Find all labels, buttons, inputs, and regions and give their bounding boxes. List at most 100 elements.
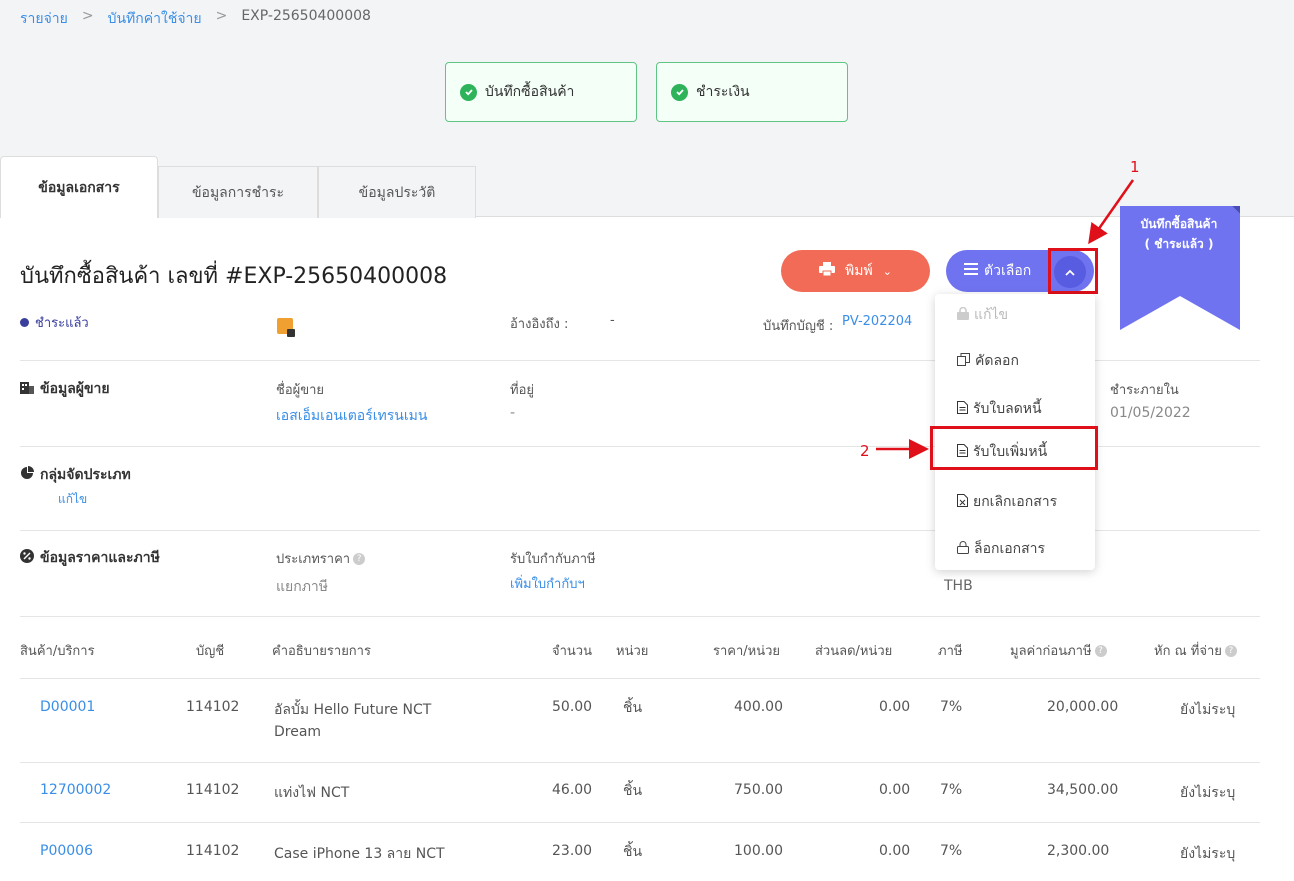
percent-icon — [20, 549, 34, 567]
breadcrumb-expense-records[interactable]: บันทึกค่าใช้จ่าย — [108, 8, 202, 30]
breadcrumb-expenses[interactable]: รายจ่าย — [20, 8, 68, 30]
journal-link[interactable]: PV-202204 — [842, 314, 912, 329]
reference-value: - — [610, 313, 615, 328]
row2-tax: 7% — [940, 782, 963, 798]
help-icon[interactable]: ? — [1094, 644, 1107, 657]
row1-description: อัลบั้ม Hello Future NCT Dream — [274, 702, 432, 740]
menu-item-label: คัดลอก — [975, 353, 1019, 369]
annotation-number-2: 2 — [860, 442, 870, 460]
row1-product-link[interactable]: D00001 — [40, 699, 95, 715]
row1-account: 114102 — [186, 699, 240, 715]
vendor-name-label: ชื่อผู้ขาย — [276, 383, 325, 398]
price-type-label: ประเภทราคา — [276, 552, 351, 567]
menu-item-cancel-document[interactable]: ยกเลิกเอกสาร — [957, 491, 1057, 513]
tab-history-info[interactable]: ข้อมูลประวัติ — [318, 166, 476, 218]
row2-unit: ชิ้น — [623, 783, 643, 799]
help-icon[interactable]: ? — [1224, 644, 1237, 657]
divider — [20, 678, 1260, 679]
divider — [20, 616, 1260, 617]
menu-item-label: รับใบลดหนี้ — [973, 401, 1042, 417]
menu-item-debit-note[interactable]: รับใบลดหนี้ — [957, 398, 1042, 420]
column-header-wht-group: หัก ณ ที่จ่าย? — [1154, 640, 1237, 661]
price-type-label-group: ประเภทราคา? — [276, 548, 366, 569]
pricing-section-heading: ข้อมูลราคาและภาษี — [20, 547, 160, 569]
row3-tax: 7% — [940, 843, 963, 859]
row2-discount: 0.00 — [879, 782, 911, 798]
tab-payment-info[interactable]: ข้อมูลการชำระ — [158, 166, 318, 218]
row3-product-link[interactable]: P00006 — [40, 843, 93, 859]
status-text: ชำระแล้ว — [35, 316, 89, 331]
category-edit-link[interactable]: แก้ไข — [58, 490, 87, 509]
row2-quantity: 46.00 — [552, 782, 593, 798]
breadcrumb-separator: > — [81, 8, 94, 24]
menu-item-copy[interactable]: คัดลอก — [957, 350, 1019, 372]
divider — [20, 822, 1260, 823]
row1-wht: ยังไม่ระบุ — [1180, 702, 1236, 718]
ribbon-label: บันทึกซื้อสินค้า ( ชำระแล้ว ) — [1120, 214, 1238, 254]
menu-item-label: แก้ไข — [974, 307, 1009, 323]
currency-value: THB — [944, 578, 973, 594]
tab-bar: ข้อมูลเอกสาร ข้อมูลการชำระ ข้อมูลประวัติ — [0, 156, 476, 218]
row2-wht: ยังไม่ระบุ — [1180, 785, 1236, 801]
status-step-label: ชำระเงิน — [696, 84, 750, 100]
chevron-down-icon: ⌄ — [882, 264, 892, 278]
vendor-section-heading: ข้อมูลผู้ขาย — [20, 378, 110, 400]
column-header-account: บัญชี — [196, 644, 225, 659]
tax-invoice-label: รับใบกำกับภาษี — [510, 552, 596, 567]
column-header-quantity: จำนวน — [552, 644, 592, 659]
breadcrumb: รายจ่าย > บันทึกค่าใช้จ่าย > EXP-2565040… — [20, 8, 371, 30]
annotation-number-1: 1 — [1130, 158, 1140, 176]
menu-item-label: ล็อกเอกสาร — [974, 541, 1046, 557]
category-section-label: กลุ่มจัดประเภท — [40, 467, 131, 483]
copy-icon — [957, 352, 970, 370]
breadcrumb-current: EXP-25650400008 — [241, 8, 371, 24]
document-icon — [957, 400, 968, 418]
row2-account: 114102 — [186, 782, 240, 798]
check-circle-icon — [460, 83, 477, 101]
building-icon — [20, 380, 34, 398]
due-label: ชำระภายใน — [1110, 383, 1179, 398]
locked-doc-icon — [277, 318, 295, 337]
options-label: ตัวเลือก — [984, 263, 1032, 279]
status-dot-icon — [20, 318, 29, 327]
menu-item-lock-document[interactable]: ล็อกเอกสาร — [957, 538, 1045, 560]
check-circle-icon — [671, 83, 688, 101]
row2-description: แท่งไฟ NCT — [274, 785, 350, 801]
column-header-unit: หน่วย — [616, 644, 649, 659]
vendor-name-link[interactable]: เอสเอ็มเอนเตอร์เทรนเมน — [276, 405, 427, 427]
document-x-icon — [957, 493, 968, 511]
tab-document-info[interactable]: ข้อมูลเอกสาร — [0, 156, 158, 218]
row1-discount: 0.00 — [879, 699, 911, 715]
category-section-heading: กลุ่มจัดประเภท — [20, 464, 131, 486]
highlight-box-options-toggle — [1048, 248, 1098, 294]
reference-label: อ้างอิงถึง : — [510, 317, 569, 332]
lock-icon — [957, 306, 969, 324]
column-header-pretax: มูลค่าก่อนภาษี — [1010, 644, 1092, 659]
column-header-tax: ภาษี — [938, 644, 963, 659]
vendor-section-label: ข้อมูลผู้ขาย — [40, 381, 110, 397]
breadcrumb-separator: > — [215, 8, 228, 24]
column-header-price: ราคา/หน่วย — [713, 644, 781, 659]
journal-label: บันทึกบัญชี : — [763, 319, 834, 334]
menu-item-edit[interactable]: แก้ไข — [957, 304, 1008, 326]
pricing-section-label: ข้อมูลราคาและภาษี — [40, 550, 160, 566]
page-title: บันทึกซื้อสินค้า เลขที่ #EXP-25650400008 — [20, 264, 448, 289]
row2-pretax: 34,500.00 — [1047, 782, 1119, 798]
column-header-pretax-group: มูลค่าก่อนภาษี? — [1010, 640, 1107, 661]
print-button[interactable]: พิมพ์ ⌄ — [781, 250, 930, 292]
status-step-label: บันทึกซื้อสินค้า — [485, 84, 575, 100]
lock-outline-icon — [957, 540, 969, 558]
row1-quantity: 50.00 — [552, 699, 593, 715]
row1-pretax: 20,000.00 — [1047, 699, 1119, 715]
column-header-wht: หัก ณ ที่จ่าย — [1154, 644, 1222, 659]
help-icon[interactable]: ? — [353, 552, 366, 565]
row3-wht: ยังไม่ระบุ — [1180, 846, 1236, 862]
price-type-value: แยกภาษี — [276, 579, 329, 595]
row2-product-link[interactable]: 12700002 — [40, 782, 111, 798]
row3-account: 114102 — [186, 843, 240, 859]
highlight-box-credit-note — [930, 426, 1098, 470]
column-header-description: คำอธิบายรายการ — [272, 644, 371, 659]
row1-price: 400.00 — [734, 699, 783, 715]
add-tax-invoice-link[interactable]: เพิ่มใบกำกับฯ — [510, 573, 585, 594]
row3-price: 100.00 — [734, 843, 783, 859]
